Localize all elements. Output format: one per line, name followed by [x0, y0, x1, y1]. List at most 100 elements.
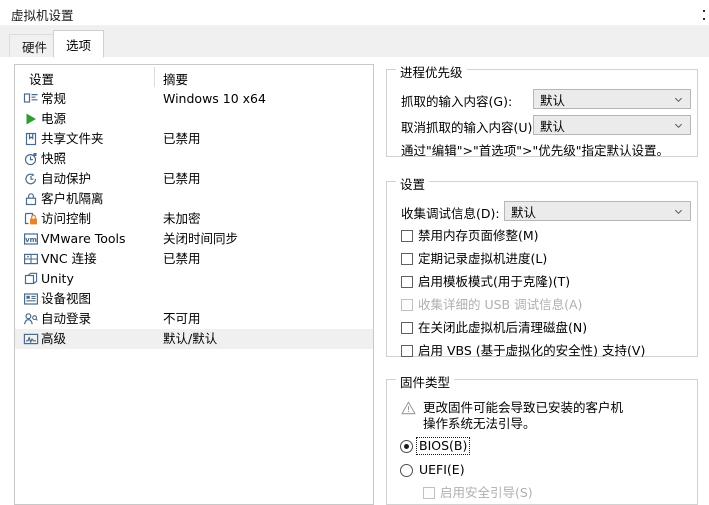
window-chrome-artifact-2	[703, 18, 705, 20]
settings-list-item-label: 快照	[41, 151, 67, 166]
settings-list-item-共享文件夹[interactable]: 共享文件夹 已禁用	[15, 129, 373, 149]
column-divider	[154, 67, 155, 87]
secure-boot-label: 启用安全引导(S)	[440, 485, 533, 500]
settings-list-item-unity[interactable]: Unity	[15, 269, 373, 289]
settings-checkbox-1-box	[401, 253, 413, 265]
settings-list-item-label: 客户机隔离	[41, 191, 104, 206]
title-bar: 虚拟机设置	[0, 0, 709, 26]
radio-uefi-indicator	[400, 463, 413, 477]
power-icon	[23, 111, 39, 127]
settings-checkbox-5-label: 启用 VBS (基于虚拟化的安全性) 支持(V)	[418, 343, 646, 358]
advanced-icon	[23, 331, 39, 347]
settings-checkbox-1[interactable]: 定期记录虚拟机进度(L)	[401, 252, 547, 266]
settings-list-item-访问控制[interactable]: 访问控制 未加密	[15, 209, 373, 229]
grab-input-value: 默认	[540, 92, 566, 108]
grab-input-combobox[interactable]: 默认	[533, 89, 691, 109]
settings-list-item-summary: 关闭时间同步	[163, 231, 239, 246]
settings-list-item-label: 自动登录	[41, 311, 92, 326]
access-control-icon	[23, 211, 39, 227]
settings-list-item-电源[interactable]: 电源	[15, 109, 373, 129]
vnc-icon	[23, 251, 39, 267]
firmware-warning-text: 更改固件可能会导致已安装的客户机 操作系统无法引导。	[423, 400, 623, 432]
ungrab-input-value: 默认	[540, 118, 566, 134]
process-priority-group: 进程优先级 抓取的输入内容(G): 默认 取消抓取的输入内容(U): 默认 通过…	[386, 62, 698, 158]
settings-list-item-客户机隔离[interactable]: 客户机隔离	[15, 189, 373, 209]
debug-info-combobox[interactable]: 默认	[504, 201, 691, 221]
autoprotect-icon	[23, 171, 39, 187]
settings-list-item-快照[interactable]: 快照	[15, 149, 373, 169]
settings-list-item-label: 高级	[41, 331, 67, 346]
ungrab-input-label: 取消抓取的输入内容(U):	[401, 117, 537, 136]
firmware-option-uefi[interactable]: UEFI(E)	[400, 462, 467, 478]
window-title: 虚拟机设置	[11, 8, 74, 23]
settings-checkbox-2-box	[401, 276, 413, 288]
grab-input-label: 抓取的输入内容(G):	[401, 91, 512, 110]
firmware-warning-line2: 操作系统无法引导。	[423, 416, 536, 431]
settings-list-header: 设置 摘要	[15, 65, 373, 89]
window-chrome-artifact	[703, 10, 705, 12]
settings-list-item-label: 设备视图	[41, 291, 92, 306]
debug-info-label-text: 收集调试信息(D):	[401, 206, 500, 221]
settings-list-item-label: VNC 连接	[41, 251, 97, 266]
settings-list-item-高级[interactable]: 高级 默认/默认	[15, 329, 373, 349]
tab-options-label: 选项	[66, 37, 92, 53]
settings-checkbox-5[interactable]: 启用 VBS (基于虚拟化的安全性) 支持(V)	[401, 344, 645, 358]
tab-strip: 硬件 选项	[0, 26, 709, 58]
settings-list-item-summary: 已禁用	[163, 251, 201, 266]
settings-checkbox-2[interactable]: 启用模板模式(用于克隆)(T)	[401, 275, 570, 289]
settings-list-item-label: 自动保护	[41, 171, 92, 186]
settings-list-item-summary: 已禁用	[163, 171, 201, 186]
settings-checkbox-1-label: 定期记录虚拟机进度(L)	[418, 251, 548, 266]
settings-checkbox-5-box	[401, 345, 413, 357]
settings-group: 设置 收集调试信息(D): 默认 禁用内存页面修整(M) 定期记录虚拟机进度(L)…	[386, 174, 698, 358]
settings-list-item-常规[interactable]: 常规 Windows 10 x64	[15, 89, 373, 109]
ungrab-input-combobox[interactable]: 默认	[533, 115, 691, 135]
settings-list-item-summary: 不可用	[163, 311, 201, 326]
firmware-option-bios[interactable]: BIOS(B)	[400, 437, 471, 455]
tab-hardware-label: 硬件	[22, 39, 48, 55]
radio-bios-label: BIOS(B)	[415, 437, 471, 455]
settings-list-item-label: VMware Tools	[41, 231, 126, 246]
settings-list-item-自动保护[interactable]: 自动保护 已禁用	[15, 169, 373, 189]
secure-boot-checkbox-box	[423, 487, 435, 499]
priority-hint-text: 通过"编辑">"首选项">"优先级"指定默认设置。	[401, 143, 669, 158]
secure-boot-checkbox: 启用安全引导(S)	[423, 486, 533, 500]
settings-checkbox-0[interactable]: 禁用内存页面修整(M)	[401, 229, 539, 243]
settings-checkbox-0-box	[401, 230, 413, 242]
virtual-machine-settings-dialog: 虚拟机设置 硬件 选项 设置 摘要 常规 Windows 10 x64 电源 共享文件…	[0, 0, 709, 505]
settings-list-item-summary: 未加密	[163, 211, 201, 226]
device-view-icon	[23, 291, 39, 307]
svg-text:vm: vm	[25, 236, 37, 244]
vmware-tools-icon: vm	[23, 231, 39, 247]
settings-list-item-自动登录[interactable]: 自动登录 不可用	[15, 309, 373, 329]
grab-input-label-text: 抓取的输入内容(G):	[401, 94, 513, 109]
settings-list-item-summary: 默认/默认	[163, 331, 218, 346]
dialog-body: 设置 摘要 常规 Windows 10 x64 电源 共享文件夹 已禁用 快照 自动保护 已禁…	[0, 57, 709, 505]
settings-checkbox-3: 收集详细的 USB 调试信息(A)	[401, 298, 582, 312]
settings-checkbox-4-label: 在关闭此虚拟机后清理磁盘(N)	[418, 320, 588, 335]
column-header-summary: 摘要	[163, 72, 189, 87]
settings-checkbox-3-label: 收集详细的 USB 调试信息(A)	[418, 297, 583, 312]
process-priority-group-title: 进程优先级	[396, 62, 467, 81]
settings-list-item-label: 共享文件夹	[41, 131, 104, 146]
options-right-column: 进程优先级 抓取的输入内容(G): 默认 取消抓取的输入内容(U): 默认 通过…	[386, 57, 698, 505]
settings-list-item-vmware-tools[interactable]: vm VMware Tools 关闭时间同步	[15, 229, 373, 249]
radio-uefi-label: UEFI(E)	[419, 462, 465, 477]
settings-list-item-vnc-连接[interactable]: VNC 连接 已禁用	[15, 249, 373, 269]
firmware-warning: 更改固件可能会导致已安装的客户机 操作系统无法引导。	[401, 400, 691, 432]
monitor-icon	[23, 91, 39, 107]
guest-isolation-icon	[23, 191, 39, 207]
snapshot-icon	[23, 151, 39, 167]
settings-list-panel[interactable]: 设置 摘要 常规 Windows 10 x64 电源 共享文件夹 已禁用 快照 自动保护 已禁…	[14, 64, 374, 505]
tab-options[interactable]: 选项	[53, 30, 105, 58]
settings-checkbox-4[interactable]: 在关闭此虚拟机后清理磁盘(N)	[401, 321, 587, 335]
chevron-down-icon	[674, 97, 683, 103]
settings-checkbox-4-box	[401, 322, 413, 334]
settings-list-rows: 常规 Windows 10 x64 电源 共享文件夹 已禁用 快照 自动保护 已禁用 客户机隔离…	[15, 89, 373, 349]
shared-folder-icon	[23, 131, 39, 147]
warning-triangle-icon	[401, 401, 416, 415]
settings-list-item-summary: Windows 10 x64	[163, 91, 266, 106]
settings-list-item-label: 访问控制	[41, 211, 92, 226]
settings-list-item-label: 常规	[41, 91, 67, 106]
settings-list-item-设备视图[interactable]: 设备视图	[15, 289, 373, 309]
